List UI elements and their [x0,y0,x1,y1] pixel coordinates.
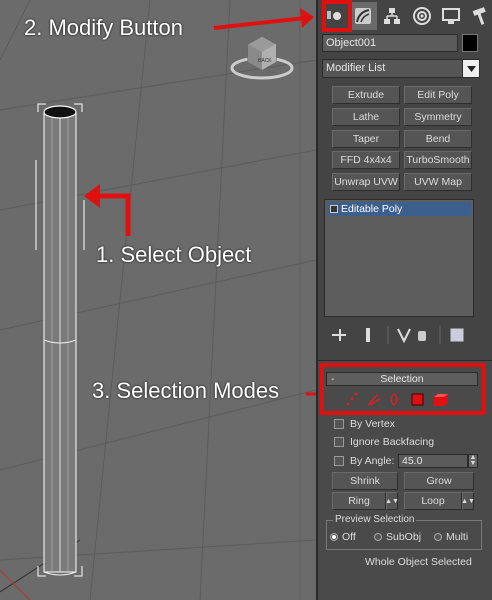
selection-status-text: Whole Object Selected [365,556,472,568]
ignore-backfacing-label: Ignore Backfacing [350,436,435,448]
by-vertex-checkbox[interactable]: By Vertex [334,416,395,432]
object-name-field[interactable]: Object001 [322,34,458,52]
preview-multi-radio[interactable]: Multi [434,530,468,544]
preview-selection-title: Preview Selection [333,514,417,525]
by-vertex-label: By Vertex [350,418,395,430]
modifier-list-label: Modifier List [326,62,386,74]
display-icon [441,8,460,24]
chevron-down-icon [462,60,479,77]
radio-dot [374,533,382,541]
stack-item-label: Editable Poly [341,203,403,215]
motion-icon [412,7,431,25]
hammer-icon [472,7,486,25]
command-panel: Object001 Modifier List Extrude Edit Pol… [316,0,492,600]
unwrap-uvw-button[interactable]: Unwrap UVW [332,173,400,191]
edit-poly-button[interactable]: Edit Poly [404,86,472,104]
by-angle-checkbox[interactable]: By Angle: [334,453,394,469]
by-angle-label: By Angle: [350,455,395,467]
utilities-tab[interactable] [467,2,492,30]
show-end-result-icon[interactable] [366,328,370,342]
display-tab[interactable] [437,2,464,30]
ffd-button[interactable]: FFD 4x4x4 [332,151,400,169]
preview-subobj-label: SubObj [386,531,422,543]
shrink-button[interactable]: Shrink [332,472,398,490]
turbosmooth-button[interactable]: TurboSmooth [404,151,472,169]
taper-button[interactable]: Taper [332,130,400,148]
preview-multi-label: Multi [446,531,469,543]
configure-sets-icon[interactable] [449,327,465,343]
lathe-button[interactable]: Lathe [332,108,400,126]
modify-highlight [322,0,352,32]
radio-dot [330,533,338,541]
bend-button[interactable]: Bend [404,130,472,148]
ring-spinner[interactable]: ▲▼ [385,492,399,510]
checkbox-box [334,419,344,429]
checkbox-box [334,456,344,466]
viewport-grid: BACK [0,0,316,600]
annotation-modify: 2. Modify Button [24,15,183,40]
viewcube-label: BACK [258,58,272,64]
pin-stack-icon[interactable] [332,329,346,341]
radio-dot [434,533,442,541]
preview-off-radio[interactable]: Off [330,530,356,544]
selection-modes-highlight [320,363,486,415]
annotation-modes: 3. Selection Modes [92,378,280,403]
arrow-to-object-icon [84,184,131,236]
modifier-stack[interactable]: Editable Poly [324,199,474,317]
extrude-button[interactable]: Extrude [332,86,400,104]
preview-subobj-radio[interactable]: SubObj [374,530,421,544]
symmetry-button[interactable]: Symmetry [404,108,472,126]
ring-button[interactable]: Ring [332,492,386,510]
expand-icon[interactable] [330,205,338,213]
hierarchy-icon [384,8,401,24]
make-unique-icon[interactable] [397,328,411,344]
remove-modifier-icon[interactable] [418,331,426,341]
object-color-swatch[interactable] [462,34,478,52]
preview-off-label: Off [342,531,356,543]
stack-item-editable-poly[interactable]: Editable Poly [327,202,471,216]
uvw-map-button[interactable]: UVW Map [404,173,472,191]
modify-tab[interactable] [349,2,377,30]
hierarchy-tab[interactable] [379,2,406,30]
ignore-backfacing-checkbox[interactable]: Ignore Backfacing [334,434,434,450]
viewport[interactable]: BACK 2. Modify Button 1. Select Object 3… [0,0,316,600]
grow-button[interactable]: Grow [404,472,474,490]
stack-toolbar [318,323,492,347]
modify-icon [354,8,371,24]
checkbox-box [334,437,344,447]
annotation-select: 1. Select Object [96,242,252,267]
loop-spinner[interactable]: ▲▼ [461,492,475,510]
loop-button[interactable]: Loop [404,492,462,510]
motion-tab[interactable] [408,2,435,30]
modifier-list-dropdown[interactable]: Modifier List [322,59,480,78]
angle-input[interactable]: 45.0 [398,454,468,468]
cylinder-object[interactable] [35,103,85,577]
angle-spinner-arrows[interactable]: ▲ ▼ [468,454,478,468]
